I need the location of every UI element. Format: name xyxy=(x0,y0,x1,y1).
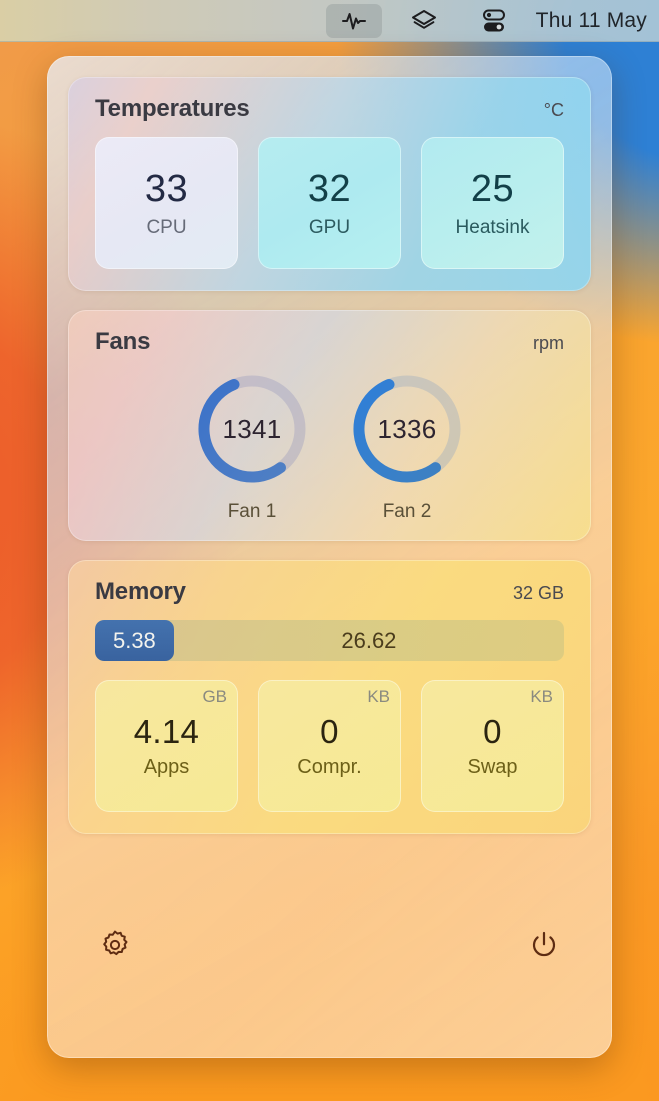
stats-panel: Temperatures °C 33 CPU 32 GPU 25 Heatsin… xyxy=(47,56,612,1058)
memory-title: Memory xyxy=(95,578,186,605)
temperature-value: 25 xyxy=(470,167,515,210)
panel-toolbar xyxy=(68,853,591,1037)
layers-icon xyxy=(411,9,436,29)
menubar-item-activity[interactable] xyxy=(325,3,382,38)
temperature-label: GPU xyxy=(308,216,351,238)
memory-tile-apps[interactable]: GB 4.14 Apps xyxy=(95,680,238,812)
memory-tile-label: Swap xyxy=(467,756,518,778)
temperature-tile-gpu[interactable]: 32 GPU xyxy=(258,137,401,269)
fan-2-label: Fan 2 xyxy=(382,501,432,522)
fan-1-label: Fan 1 xyxy=(227,501,277,522)
fans-header: Fans rpm xyxy=(95,328,564,356)
power-button[interactable] xyxy=(524,925,564,965)
memory-tiles: GB 4.14 Apps KB 0 Compr. KB 0 Swap xyxy=(95,680,564,812)
temperatures-unit: °C xyxy=(543,100,564,120)
memory-tile-value: 0 xyxy=(483,713,502,750)
memory-tile-unit: KB xyxy=(530,687,553,706)
temperature-label: Heatsink xyxy=(455,216,530,238)
temperature-tiles: 33 CPU 32 GPU 25 Heatsink xyxy=(95,137,564,269)
memory-tile-swap[interactable]: KB 0 Swap xyxy=(421,680,564,812)
menubar: Thu 11 May xyxy=(0,0,659,42)
fan-2-value: 1336 xyxy=(377,413,437,444)
fans-card: Fans rpm 1341 Fan 1 1336 Fan 2 xyxy=(68,310,591,541)
memory-tile-value: 4.14 xyxy=(133,713,200,750)
memory-card: Memory 32 GB 5.38 26.62 GB 4.14 Apps KB … xyxy=(68,560,591,834)
temperature-tile-heatsink[interactable]: 25 Heatsink xyxy=(421,137,564,269)
fan-gauge-2[interactable]: 1336 Fan 2 xyxy=(348,370,466,523)
fan-1-dial: 1341 xyxy=(193,370,311,488)
temperature-value: 33 xyxy=(144,167,189,210)
fan-gauge-1[interactable]: 1341 Fan 1 xyxy=(193,370,311,523)
fan-1-value: 1341 xyxy=(222,413,282,444)
memory-header: Memory 32 GB xyxy=(95,578,564,606)
memory-tile-compressed[interactable]: KB 0 Compr. xyxy=(258,680,401,812)
memory-total: 32 GB xyxy=(512,583,564,603)
toggles-icon xyxy=(482,9,505,31)
activity-icon xyxy=(341,12,366,29)
menubar-item-layers[interactable] xyxy=(396,4,452,38)
power-icon xyxy=(532,931,556,957)
temperatures-card: Temperatures °C 33 CPU 32 GPU 25 Heatsin… xyxy=(68,77,591,291)
fan-2-dial: 1336 xyxy=(348,370,466,488)
temperatures-header: Temperatures °C xyxy=(95,95,564,123)
gear-icon xyxy=(103,930,128,956)
memory-used-segment: 5.38 xyxy=(95,620,174,661)
settings-button[interactable] xyxy=(95,925,135,965)
memory-tile-label: Compr. xyxy=(297,756,362,778)
fan-gauges: 1341 Fan 1 1336 Fan 2 xyxy=(95,370,564,523)
memory-tile-value: 0 xyxy=(320,713,339,750)
memory-used-value: 5.38 xyxy=(112,627,156,653)
memory-free-value: 26.62 xyxy=(341,627,397,653)
temperature-label: CPU xyxy=(146,216,187,238)
fans-title: Fans xyxy=(95,328,151,355)
temperature-value: 32 xyxy=(307,167,352,210)
fans-unit: rpm xyxy=(533,333,564,353)
temperature-tile-cpu[interactable]: 33 CPU xyxy=(95,137,238,269)
desktop-wallpaper: Thu 11 May Temperatures °C 33 CPU 32 GPU… xyxy=(0,0,659,1101)
memory-tile-unit: GB xyxy=(202,687,227,706)
memory-tile-unit: KB xyxy=(367,687,390,706)
menubar-item-toggles[interactable] xyxy=(466,4,522,38)
temperatures-title: Temperatures xyxy=(95,95,250,122)
memory-usage-bar[interactable]: 5.38 26.62 xyxy=(95,620,564,661)
memory-tile-label: Apps xyxy=(143,756,190,778)
menubar-clock[interactable]: Thu 11 May xyxy=(536,9,649,33)
